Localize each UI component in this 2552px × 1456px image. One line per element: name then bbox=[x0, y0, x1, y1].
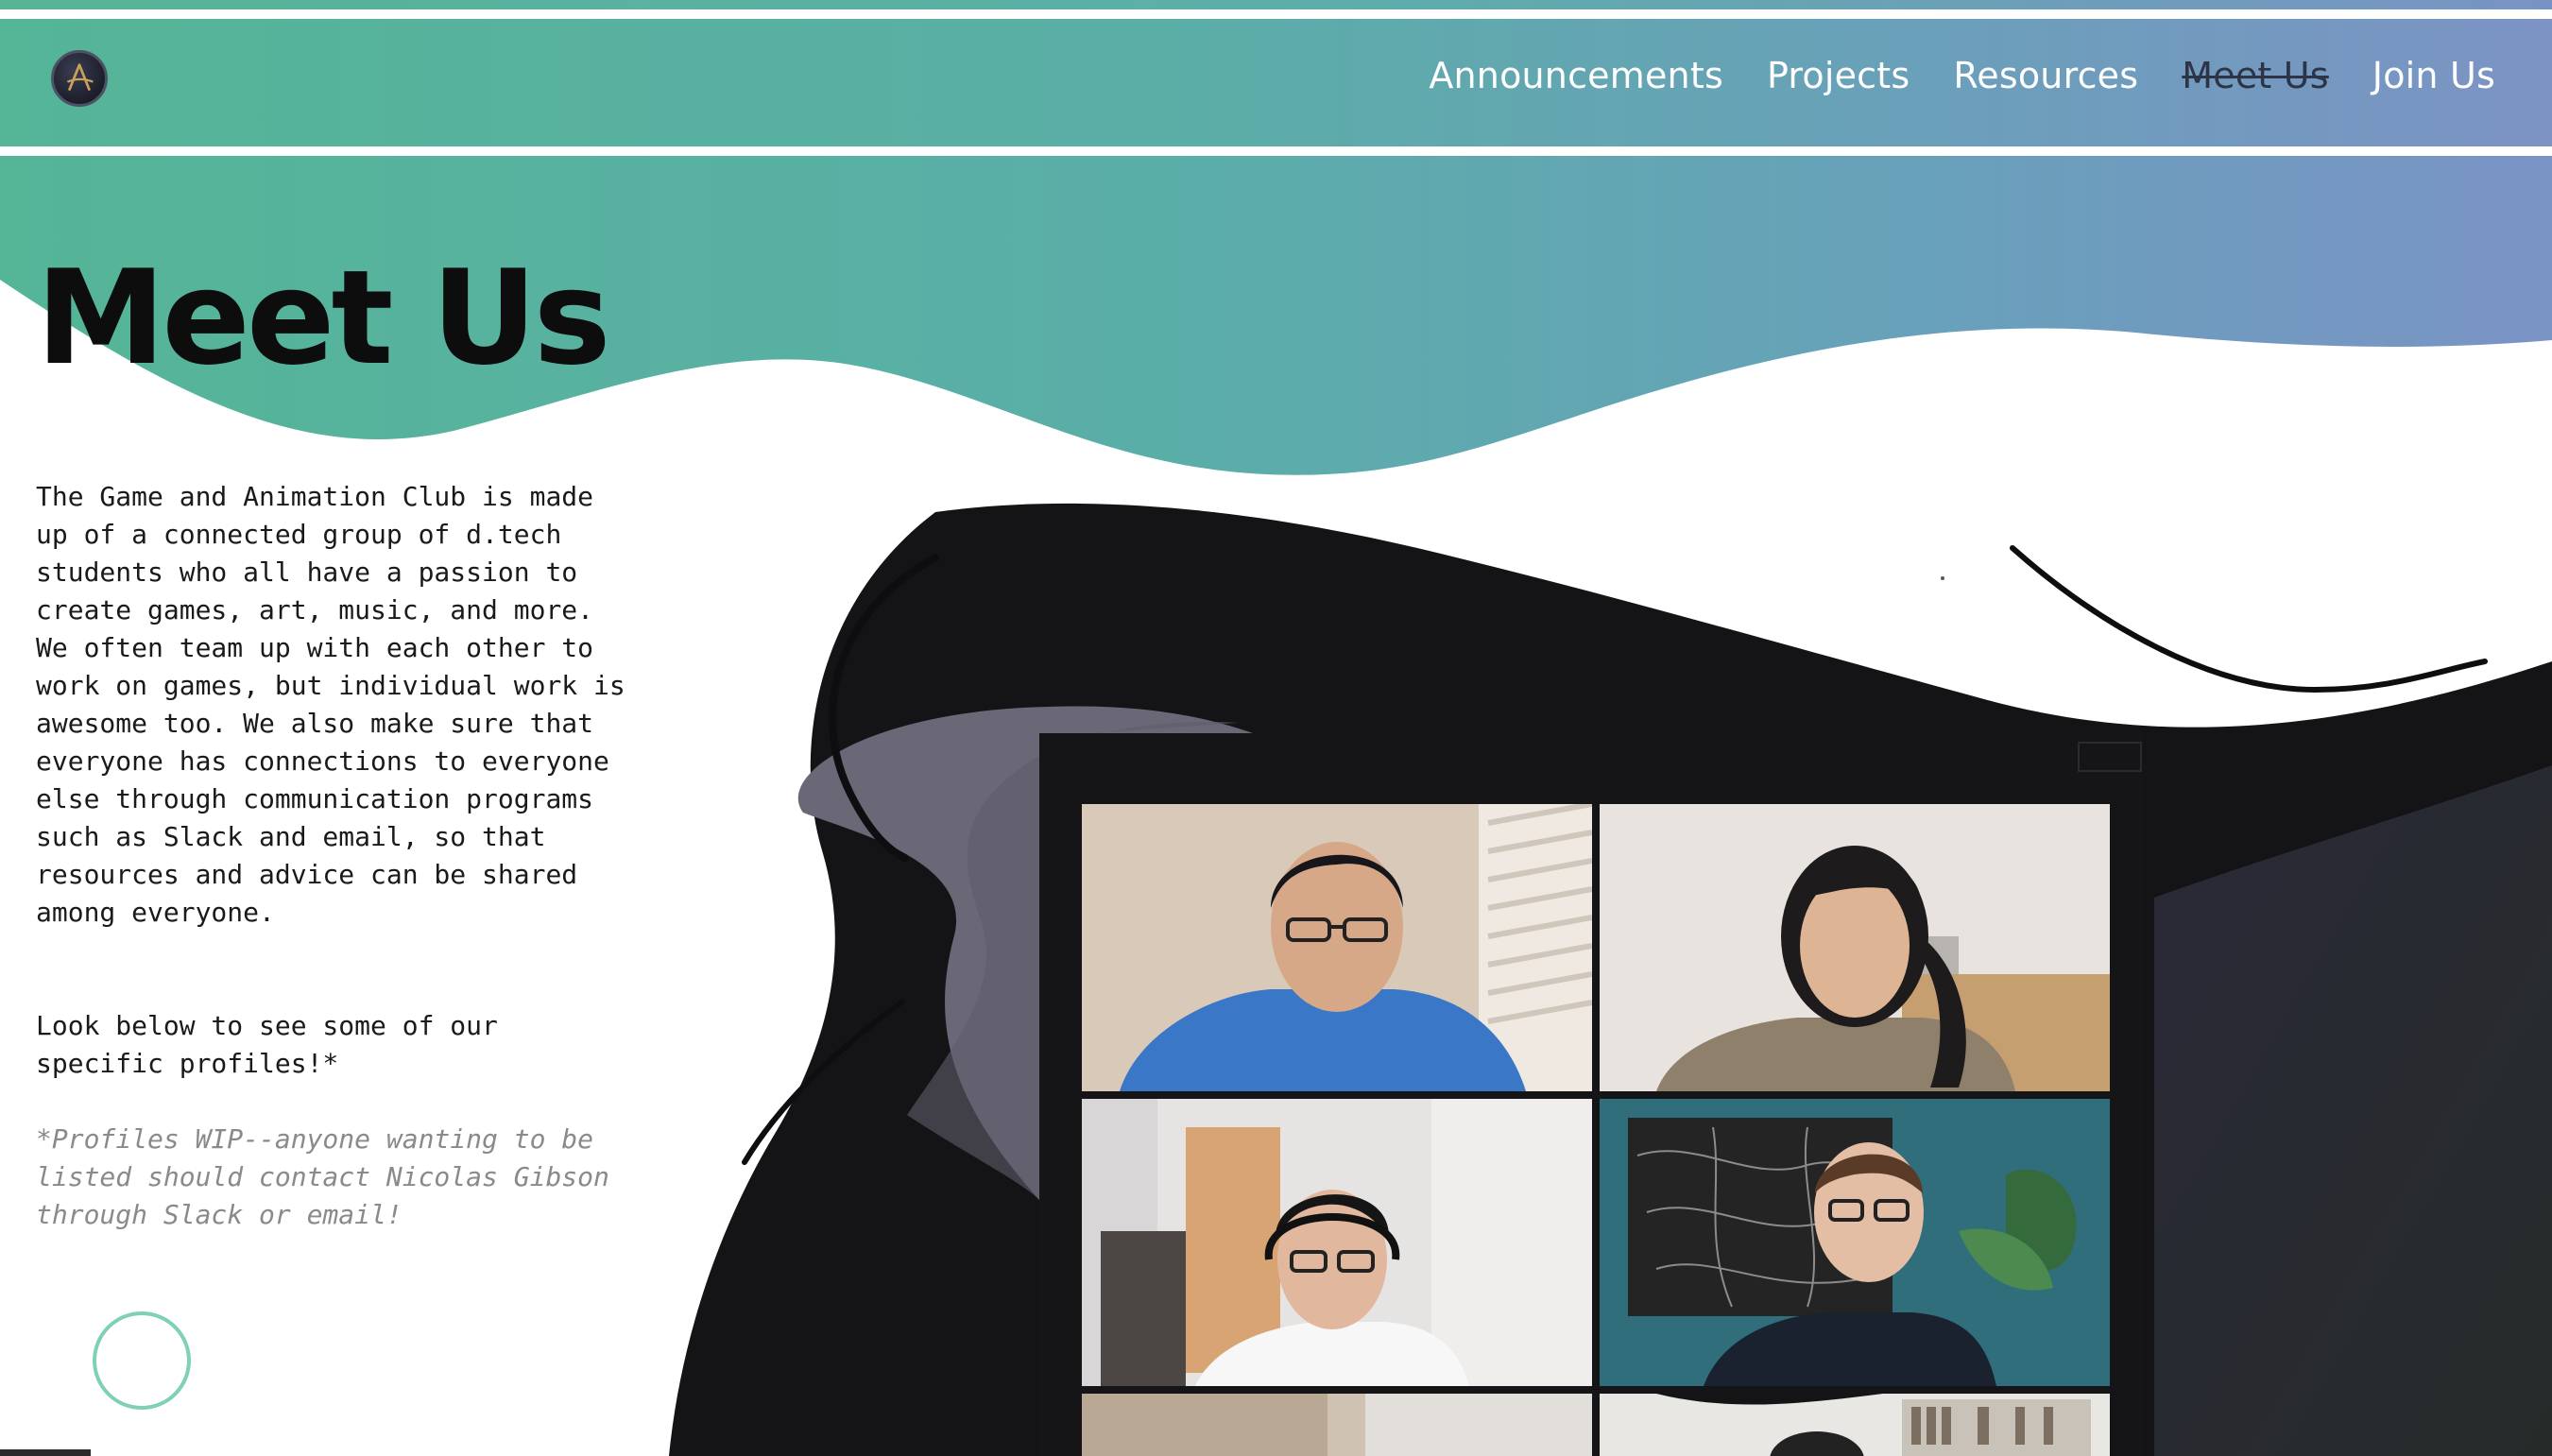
main-nav: Announcements Projects Resources Meet Us… bbox=[1429, 55, 2495, 96]
nav-link-announcements[interactable]: Announcements bbox=[1429, 55, 1723, 96]
nav-divider bbox=[0, 146, 2552, 156]
profiles-callout: Look below to see some of our specific p… bbox=[36, 1010, 498, 1079]
top-navigation-bar: Announcements Projects Resources Meet Us… bbox=[0, 0, 2552, 156]
scroll-circle-button[interactable] bbox=[93, 1311, 191, 1410]
member-photo-4 bbox=[1600, 1099, 2110, 1386]
member-photo-1 bbox=[1082, 804, 1592, 1091]
nav-link-resources[interactable]: Resources bbox=[1953, 55, 2138, 96]
page-title: Meet Us bbox=[36, 242, 611, 394]
intro-paragraph: The Game and Animation Club is made up o… bbox=[36, 481, 625, 928]
member-photo-5 bbox=[1082, 1394, 1592, 1456]
member-photo-6 bbox=[1600, 1394, 2110, 1456]
nav-link-meet-us[interactable]: Meet Us bbox=[2182, 55, 2329, 96]
member-photo-3 bbox=[1082, 1099, 1592, 1386]
club-logo-icon[interactable] bbox=[51, 50, 108, 107]
top-divider bbox=[0, 9, 2552, 19]
nav-link-projects[interactable]: Projects bbox=[1767, 55, 1910, 96]
nav-link-join-us[interactable]: Join Us bbox=[2372, 55, 2495, 96]
page: Announcements Projects Resources Meet Us… bbox=[0, 0, 2552, 1456]
top-gradient-strip bbox=[0, 0, 2552, 9]
member-photo-2 bbox=[1600, 804, 2110, 1091]
profiles-note: *Profiles WIP--anyone wanting to be list… bbox=[36, 1123, 609, 1230]
members-photo-grid bbox=[1082, 804, 2110, 1456]
bottom-edge-bar bbox=[0, 1449, 91, 1456]
